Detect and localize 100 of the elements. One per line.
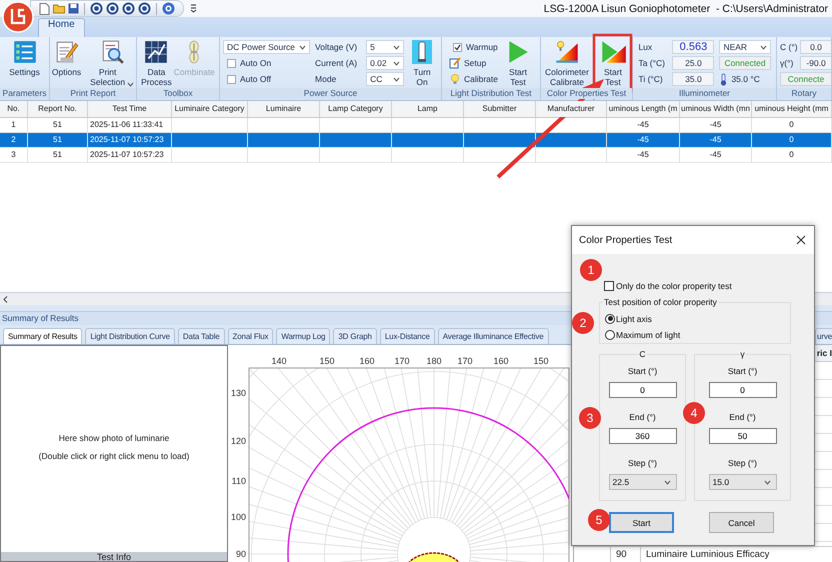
checkbox[interactable]: [227, 74, 236, 84]
table-cell: 0: [752, 148, 832, 162]
field-label: γ(°): [780, 58, 794, 68]
table-cell: -45: [607, 148, 680, 162]
ribbon-button[interactable]: Start Test: [503, 37, 534, 88]
table-cell: 2025-11-07 10:57:23: [88, 133, 172, 147]
tab[interactable]: Summary of Results: [3, 328, 82, 344]
checkbox[interactable]: [452, 42, 462, 52]
radio-button[interactable]: [605, 314, 615, 324]
dropdown[interactable]: NEAR: [719, 40, 771, 54]
ribbon-button[interactable]: Setup: [448, 56, 498, 70]
dropdown[interactable]: CC: [366, 72, 404, 86]
status-field: Connected: [719, 56, 771, 70]
disc-icon[interactable]: [122, 2, 135, 15]
ribbon-button[interactable]: Calibrate: [448, 72, 498, 86]
table-cell: 2: [0, 133, 28, 147]
dropdown[interactable]: 0.02: [366, 56, 404, 70]
table-cell: 1: [0, 118, 28, 132]
radio-button[interactable]: [605, 330, 615, 340]
dialog-button[interactable]: Cancel: [709, 512, 774, 533]
column-header[interactable]: Test Time: [88, 101, 172, 117]
tab[interactable]: Lux-Distance: [380, 328, 435, 344]
ribbon-button[interactable]: Turn On: [409, 37, 436, 88]
open-folder-icon[interactable]: [53, 3, 65, 14]
column-header[interactable]: Luminaire: [248, 101, 320, 117]
disc-icon[interactable]: [90, 2, 103, 15]
scroll-left-icon[interactable]: [3, 296, 8, 302]
table-row[interactable]: 3 51 2025-11-07 10:57:23 -45 -45 0: [0, 148, 832, 163]
checkbox-label[interactable]: Auto Off: [240, 74, 272, 84]
checkbox-label[interactable]: Auto On: [240, 58, 272, 68]
axis-label: 180: [426, 356, 442, 366]
checkbox[interactable]: [227, 58, 236, 68]
column-header[interactable]: Lamp Category: [320, 101, 392, 117]
ribbon-button[interactable]: Data Process: [141, 37, 172, 88]
readout-field: 25.0: [672, 56, 714, 70]
new-file-icon[interactable]: [39, 2, 50, 14]
ribbon-tab[interactable]: Home: [38, 18, 85, 37]
tab[interactable]: Average Illuminance Effective: [438, 328, 548, 344]
ribbon-button[interactable]: Settings: [7, 37, 42, 88]
column-header[interactable]: uminous Width (mn: [680, 101, 752, 117]
placeholder-text: Here show photo of luminarie: [58, 433, 170, 443]
column-header[interactable]: Manufacturer: [536, 101, 607, 117]
tab[interactable]: Warmup Log: [276, 328, 330, 344]
table-row[interactable]: 1 51 2025-11-06 11:33:41 -45 -45 0: [0, 118, 832, 133]
input-field[interactable]: 0: [608, 382, 676, 398]
dropdown[interactable]: DC Power Source: [223, 40, 310, 54]
ribbon-button[interactable]: Print Selection: [88, 37, 136, 88]
save-icon[interactable]: [68, 3, 79, 14]
dropdown[interactable]: 5: [366, 40, 404, 54]
tab[interactable]: Data Table: [178, 328, 224, 344]
input-field[interactable]: 0: [708, 382, 776, 398]
tab[interactable]: urve: [815, 328, 832, 344]
readout-field: 35.0: [672, 72, 714, 86]
thermometer-icon: [719, 72, 728, 86]
input-field[interactable]: 50: [708, 428, 776, 444]
column-header[interactable]: Luminaire Category: [172, 101, 248, 117]
caret-icon: [764, 480, 770, 484]
dialog-button[interactable]: Start: [609, 512, 674, 533]
group-label: Toolbox: [137, 88, 219, 99]
table-row[interactable]: 2 51 2025-11-07 10:57:23 -45 -45 0: [0, 133, 832, 148]
tab[interactable]: Zonal Flux: [228, 328, 274, 344]
radio-label[interactable]: Light axis: [616, 314, 652, 324]
table-cell: 3: [0, 148, 28, 162]
field-label: Step (°): [628, 458, 657, 469]
column-header[interactable]: Submitter: [464, 101, 536, 117]
column-header[interactable]: uminous Length (m: [607, 101, 680, 117]
column-header[interactable]: Report No.: [28, 101, 88, 117]
tab[interactable]: 3D Graph: [333, 328, 377, 344]
column-header[interactable]: uminous Height (mm: [752, 101, 832, 117]
ribbon-button[interactable]: 35.0 °C: [719, 72, 771, 86]
dropdown[interactable]: 15.0: [708, 474, 776, 490]
disc-icon[interactable]: [106, 2, 119, 15]
group-label: Illuminometer: [633, 88, 776, 99]
disc-icon[interactable]: [138, 2, 151, 15]
help-icon[interactable]: [162, 2, 175, 15]
column-header[interactable]: No.: [0, 101, 28, 117]
dropdown[interactable]: 22.5: [608, 474, 676, 490]
tab[interactable]: Light Distribution Curve: [85, 328, 175, 344]
table-cell: 0: [752, 118, 832, 132]
ribbon-button[interactable]: Colorimeter Calibrate: [543, 37, 591, 88]
table-cell: 2025-11-07 10:57:23: [88, 148, 172, 162]
field-label: Ti (°C): [638, 74, 664, 84]
field-label: Start (°): [628, 366, 658, 377]
caret-icon: [664, 480, 670, 484]
field-label: Lux: [638, 42, 654, 52]
radio-label[interactable]: Maximum of light: [616, 330, 680, 340]
checkbox-label[interactable]: Only do the color properity test: [616, 281, 732, 291]
group-label: Color Properties Test: [541, 88, 632, 99]
light-bulb-icon: [448, 73, 461, 85]
column-header[interactable]: Lamp: [392, 101, 464, 117]
field-label: Mode: [315, 73, 338, 86]
ribbon-button[interactable]: Start Test: [596, 37, 630, 88]
input-field[interactable]: 360: [608, 428, 676, 444]
status-field: Connecte: [780, 72, 831, 86]
photo-panel[interactable]: Here show photo of luminarie (Double click or right click menu to load) Test Info: [0, 345, 228, 562]
checkbox-label[interactable]: Warmup: [466, 42, 498, 52]
close-icon[interactable]: [796, 235, 806, 245]
checkbox[interactable]: [604, 281, 614, 291]
customize-icon[interactable]: [190, 4, 197, 13]
ribbon-button[interactable]: Options: [50, 37, 84, 88]
